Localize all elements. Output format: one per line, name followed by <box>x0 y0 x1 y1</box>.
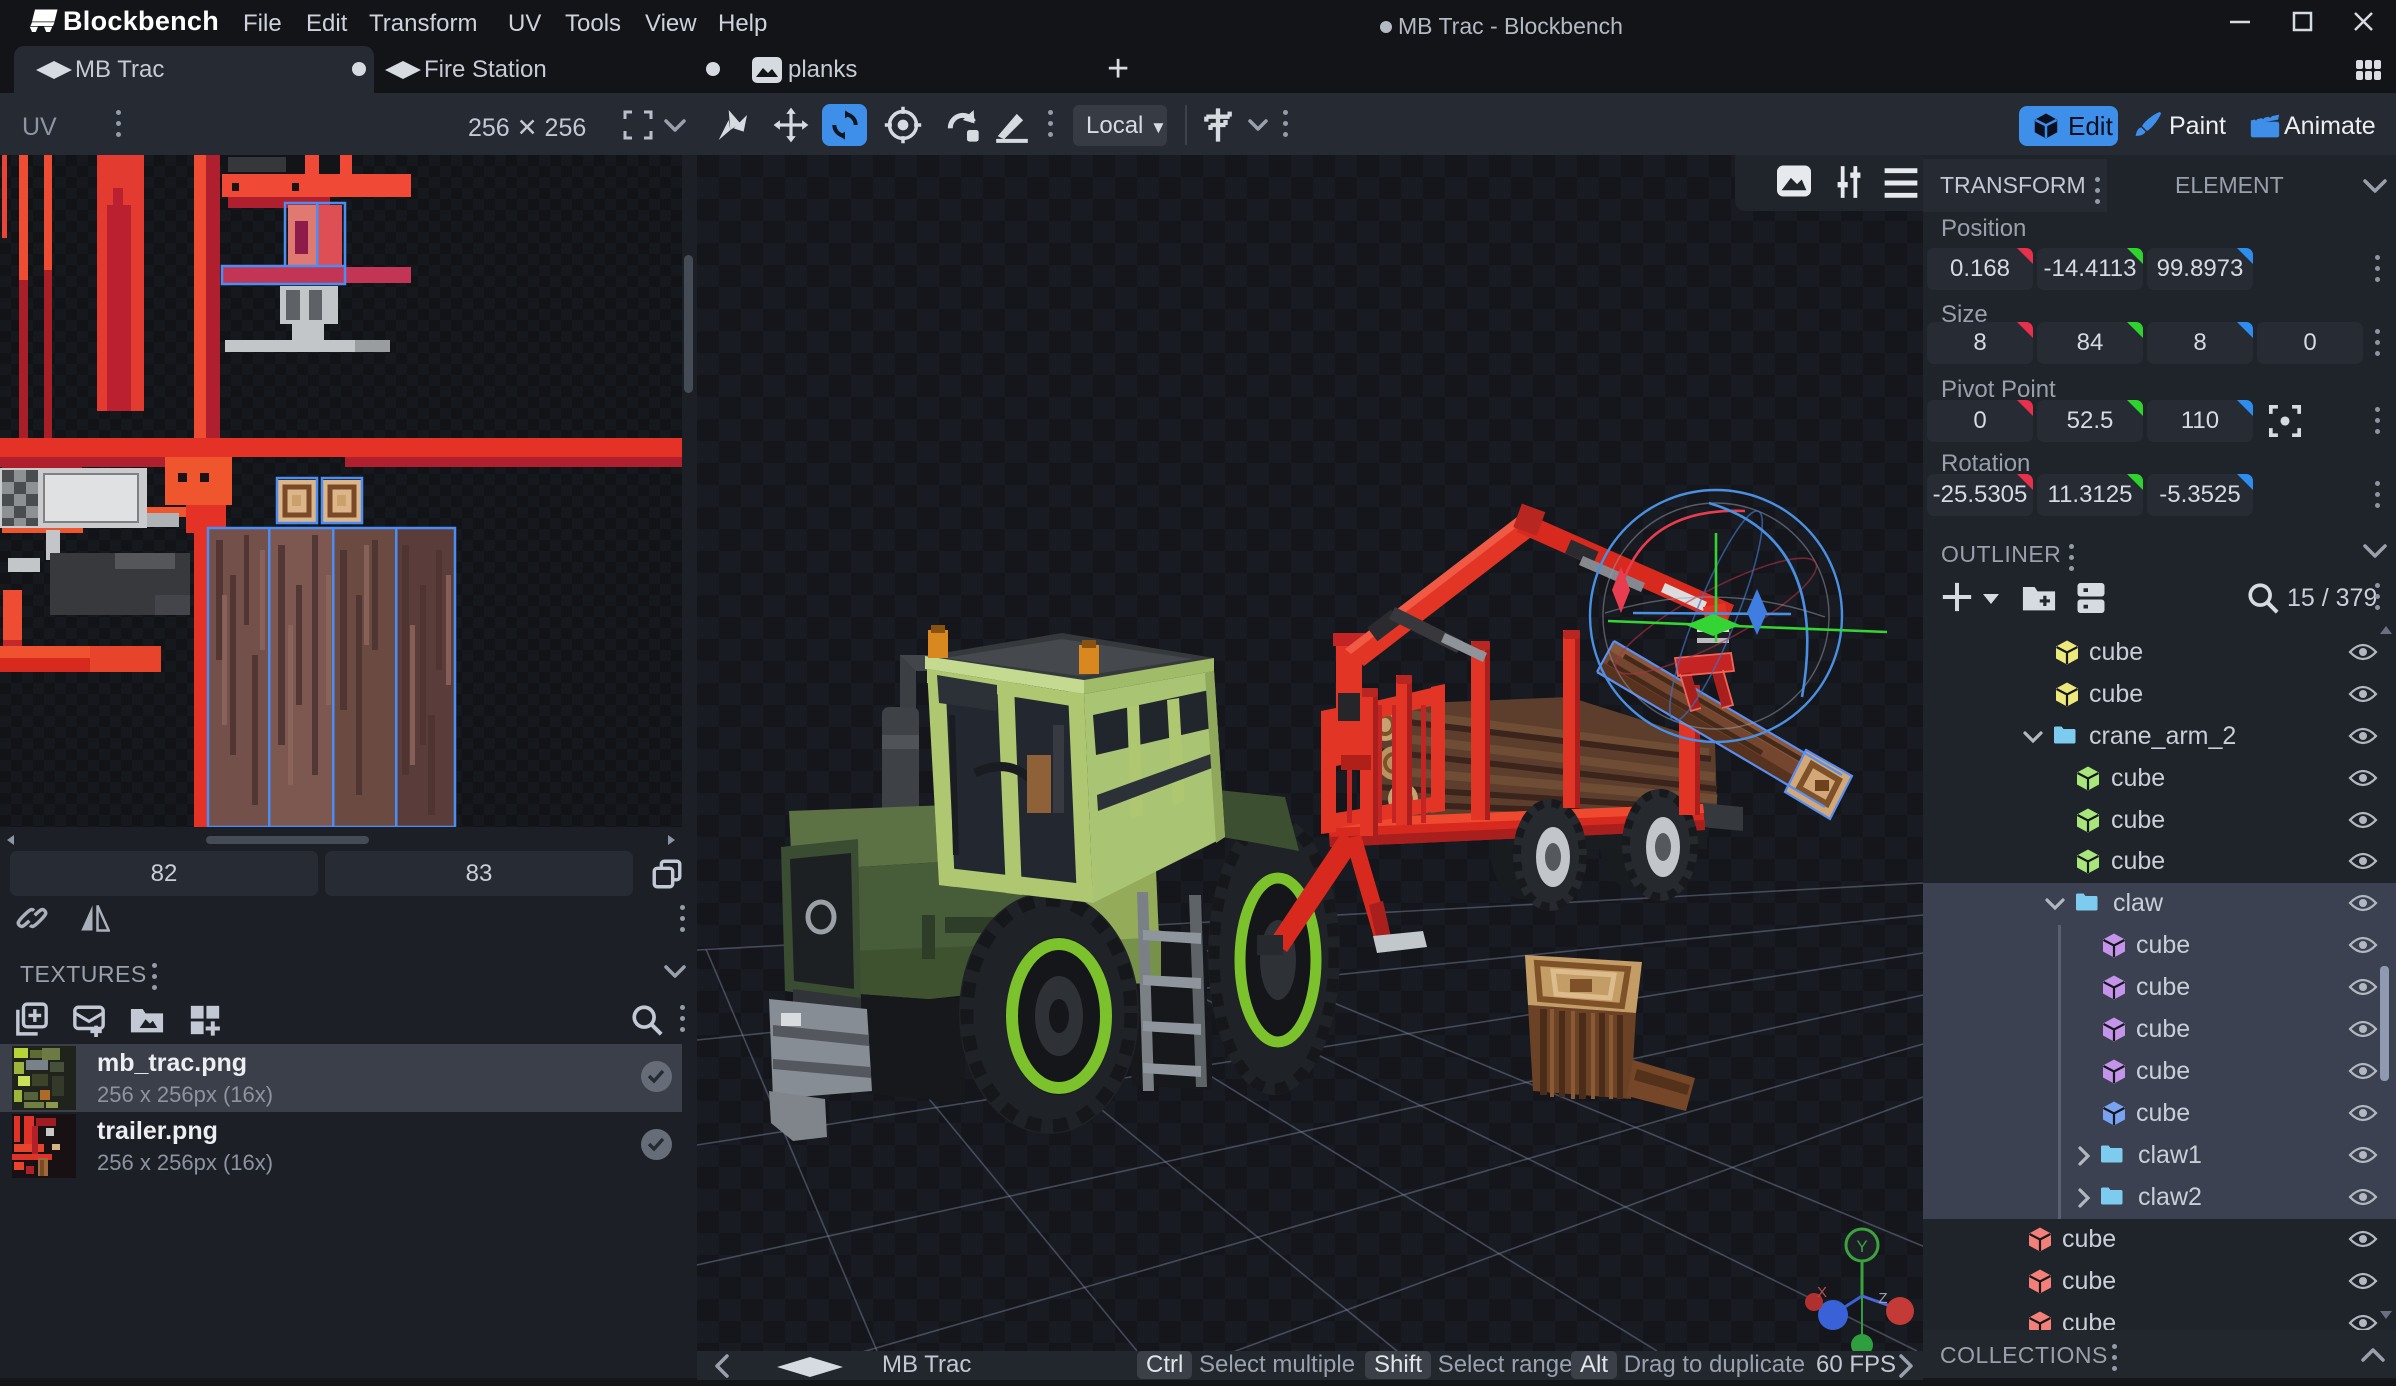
svg-text:Y: Y <box>1856 1237 1867 1256</box>
svg-text:Z: Z <box>1878 1290 1887 1307</box>
svg-text:X: X <box>1817 1284 1827 1301</box>
